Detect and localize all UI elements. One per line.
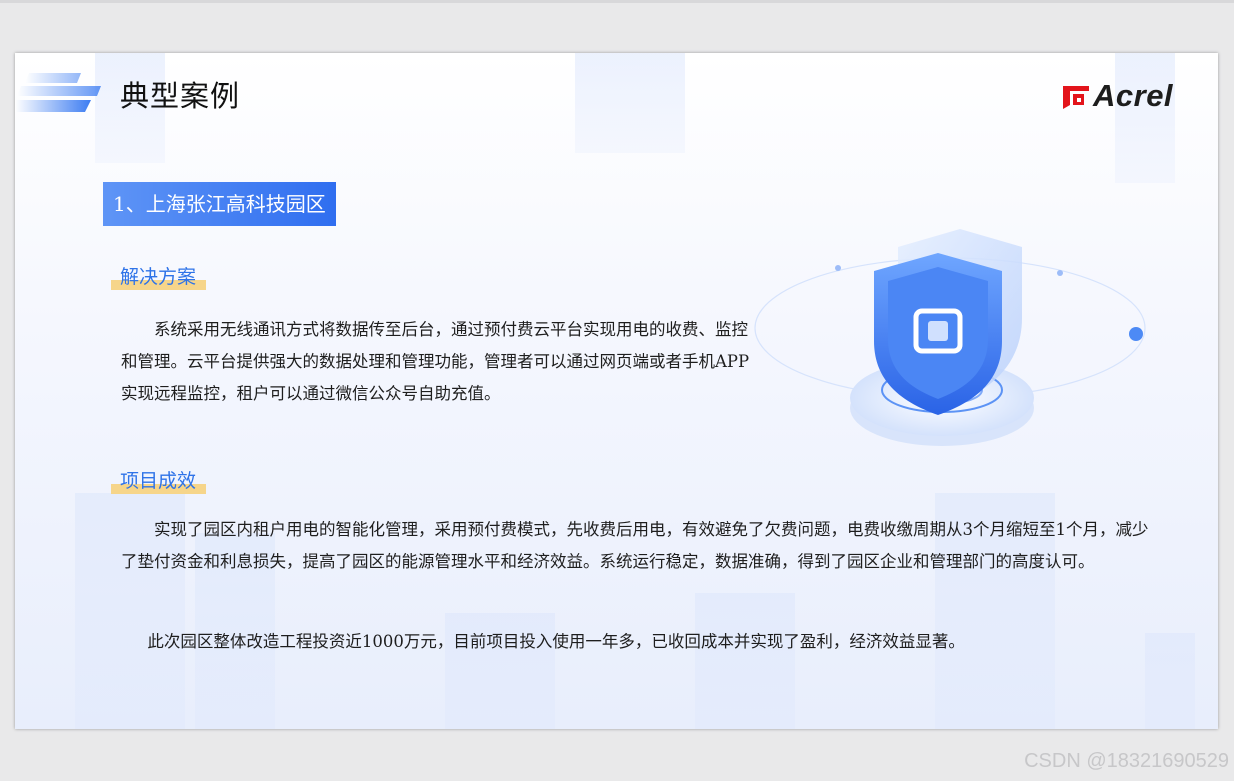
security-shield-icon	[754, 229, 1146, 446]
section-heading-solution: 解决方案	[111, 262, 206, 292]
investment-paragraph: 此次园区整体改造工程投资近1000万元，目前项目投入使用一年多，已收回成本并实现…	[147, 632, 965, 651]
slide-title: 典型案例	[120, 79, 241, 113]
bg-building	[1115, 53, 1175, 183]
acrel-logo: Acrel	[1063, 78, 1174, 113]
section-heading-label: 项目成效	[120, 470, 197, 492]
header-stripes-icon	[15, 73, 101, 112]
brand-name: Acrel	[1093, 78, 1174, 113]
bg-building	[695, 593, 795, 729]
section-heading-label: 解决方案	[120, 266, 197, 288]
presentation-slide: 典型案例 Acrel 1、上海张江高科技园区 解决方案 系统采用无线通讯方式将数…	[15, 53, 1218, 729]
bg-building	[575, 53, 685, 153]
section-heading-results: 项目成效	[111, 466, 206, 496]
case-title-badge: 1、上海张江高科技园区	[103, 182, 336, 226]
solution-paragraph: 系统采用无线通讯方式将数据传至后台，通过预付费云平台实现用电的收费、监控和管理。…	[121, 320, 750, 403]
acrel-logo-icon	[1063, 86, 1089, 109]
csdn-watermark: CSDN @18321690529	[1024, 750, 1229, 772]
window-top-border	[0, 0, 1234, 3]
results-paragraph: 实现了园区内租户用电的智能化管理，采用预付费模式，先收费后用电，有效避免了欠费问…	[121, 520, 1149, 571]
